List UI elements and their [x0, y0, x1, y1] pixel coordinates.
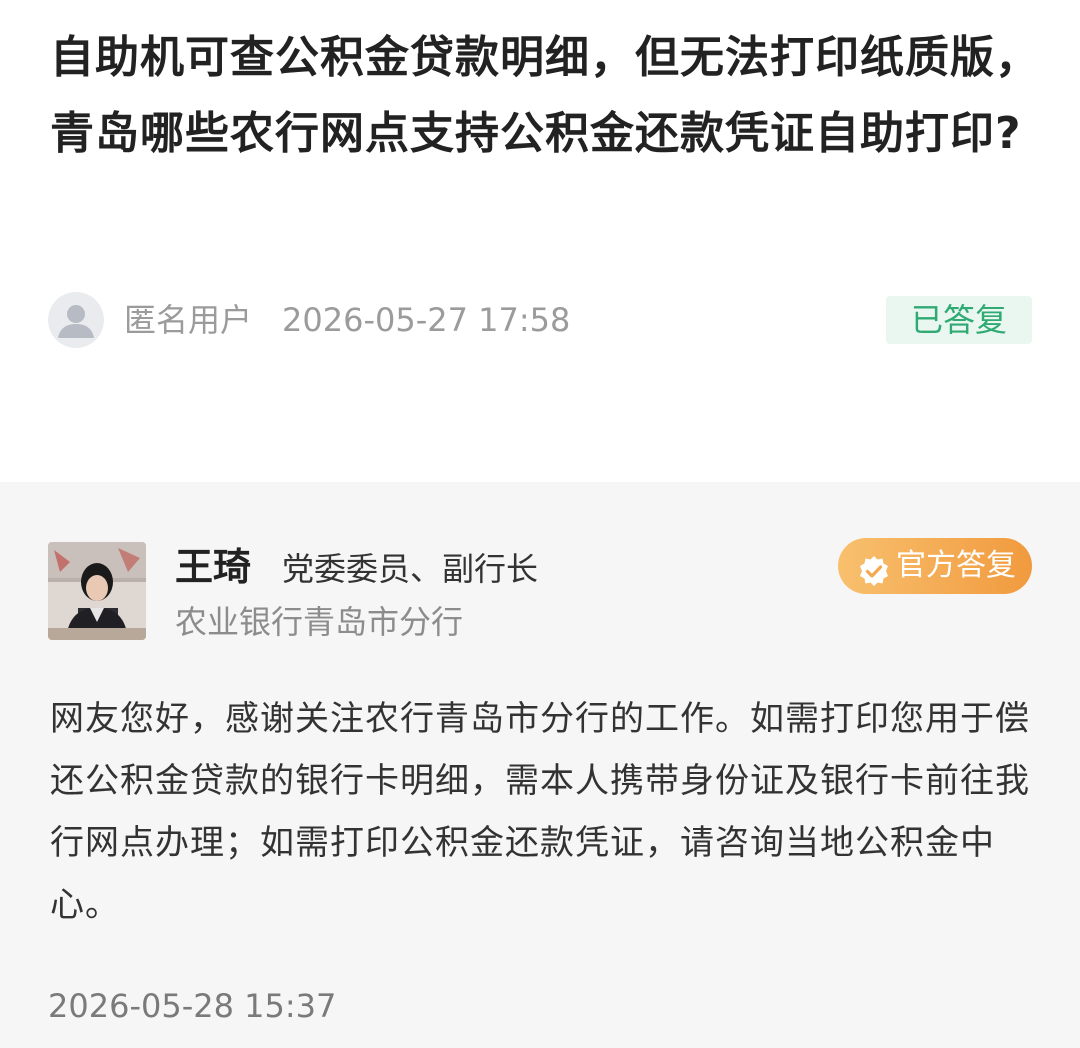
- question-title: 自助机可查公积金贷款明细，但无法打印纸质版，青岛哪些农行网点支持公积金还款凭证自…: [50, 32, 1040, 159]
- responder-organization: 农业银行青岛市分行: [175, 603, 464, 641]
- check-badge-icon: [858, 550, 890, 586]
- question-meta: 匿名用户 2026-05-27 17:58 已答复: [48, 292, 1032, 348]
- answer-section: 王琦 党委委员、副行长 农业银行青岛市分行 官方答复 网友您好，感谢关注农行青岛…: [0, 482, 1080, 1048]
- status-badge: 已答复: [886, 296, 1032, 344]
- responder-role: 党委委员、副行长: [282, 550, 539, 588]
- answered-timestamp: 2026-05-28 15:37: [48, 987, 337, 1025]
- page: 自助机可查公积金贷款明细，但无法打印纸质版，青岛哪些农行网点支持公积金还款凭证自…: [0, 0, 1080, 1048]
- official-reply-badge: 官方答复: [838, 538, 1032, 594]
- asked-timestamp: 2026-05-27 17:58: [282, 301, 571, 339]
- answer-body: 网友您好，感谢关注农行青岛市分行的工作。如需打印您用于偿还公积金贷款的银行卡明细…: [50, 699, 1030, 925]
- user-icon: [48, 292, 104, 348]
- asker-name: 匿名用户: [124, 301, 253, 339]
- question-section: 自助机可查公积金贷款明细，但无法打印纸质版，青岛哪些农行网点支持公积金还款凭证自…: [0, 0, 1080, 482]
- responder-name: 王琦: [175, 545, 252, 589]
- official-reply-label: 官方答复: [896, 548, 1016, 583]
- responder-photo[interactable]: [48, 542, 146, 640]
